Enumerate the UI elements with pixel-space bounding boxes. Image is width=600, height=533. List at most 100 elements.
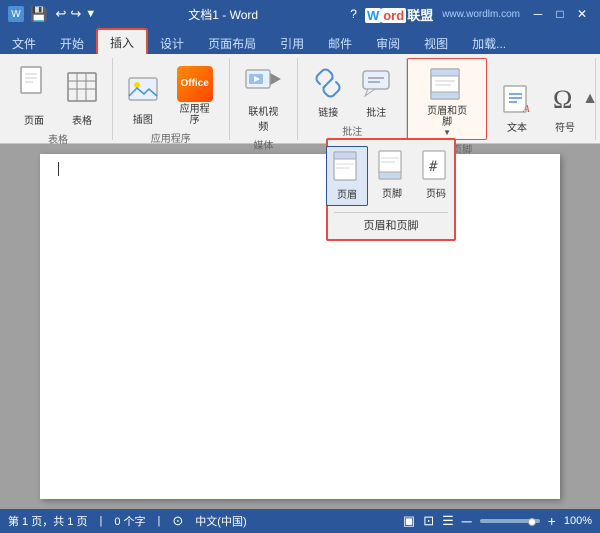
tab-insert[interactable]: 插入 bbox=[96, 28, 148, 54]
dropdown-pagenum-svg: # bbox=[422, 150, 450, 182]
svg-text:#: # bbox=[429, 159, 438, 175]
office-apps-icon: Office bbox=[177, 66, 213, 102]
comment-svg-icon bbox=[360, 67, 392, 99]
status-sep-1: | bbox=[99, 515, 102, 527]
ribbon: 页面 表格 表格 bbox=[0, 54, 600, 144]
status-bar: 第 1 页，共 1 页 | 0 个字 | ⊙ 中文(中国) ▣ ⊡ ☰ ─ + … bbox=[0, 509, 600, 533]
ribbon-btn-link[interactable]: 链接 bbox=[306, 63, 350, 123]
picture-icon bbox=[127, 74, 159, 109]
dropdown-group-label: 页眉和页脚 bbox=[334, 212, 448, 233]
link-svg-icon bbox=[312, 67, 344, 99]
char-count: 0 个字 bbox=[114, 513, 145, 529]
header-footer-btn-label: 页眉和页脚 bbox=[422, 106, 472, 128]
video-btn-label: 联机视频 bbox=[244, 103, 284, 133]
dropdown-arrow-icon: ▼ bbox=[443, 128, 451, 137]
window-title: 文档1 - Word bbox=[96, 6, 350, 23]
language: 中文(中国) bbox=[195, 513, 246, 529]
zoom-slider[interactable] bbox=[480, 519, 540, 523]
ribbon-group-tables: 页面 表格 表格 bbox=[4, 58, 113, 140]
page-icon bbox=[18, 66, 50, 110]
ribbon-btn-text[interactable]: A 文本 bbox=[495, 78, 539, 138]
tab-home[interactable]: 开始 bbox=[48, 32, 96, 54]
record-icon: ⊙ bbox=[172, 513, 183, 529]
view-mode-icon-1[interactable]: ▣ bbox=[403, 513, 415, 529]
video-icon bbox=[245, 66, 281, 101]
table-icon bbox=[66, 71, 98, 110]
customize-icon[interactable]: ▼ bbox=[85, 8, 96, 20]
ribbon-group-hf-items: 页眉和页脚 ▼ bbox=[416, 59, 478, 141]
minimize-button[interactable]: ─ bbox=[528, 4, 548, 24]
header-footer-svg-icon bbox=[429, 67, 465, 101]
word-app-icon: W bbox=[8, 6, 24, 22]
undo-icon[interactable]: ↩ bbox=[55, 6, 66, 22]
tab-file[interactable]: 文件 bbox=[0, 32, 48, 54]
dropdown-footer-label: 页脚 bbox=[382, 185, 402, 200]
picture-btn-label: 插图 bbox=[133, 111, 153, 126]
svg-text:A: A bbox=[522, 103, 530, 114]
dropdown-header-icon bbox=[333, 151, 361, 186]
ribbon-group-apps-items: 插图 Office 应用程序 bbox=[121, 58, 221, 130]
dropdown-item-footer[interactable]: 页脚 bbox=[372, 146, 412, 206]
ribbon-btn-page[interactable]: 页面 bbox=[12, 62, 56, 131]
title-bar: W 💾 ↩ ↪ ▼ 文档1 - Word ? Word联盟 www.wordlm… bbox=[0, 0, 600, 28]
dropdown-footer-svg bbox=[378, 150, 406, 182]
ribbon-group-comments: 链接 批注 批注 bbox=[298, 58, 407, 140]
document-page[interactable] bbox=[40, 154, 560, 499]
tab-design[interactable]: 设计 bbox=[148, 32, 196, 54]
dropdown-footer-icon bbox=[378, 150, 406, 185]
document-area bbox=[0, 144, 600, 509]
office-apps-btn-label: 应用程序 bbox=[175, 104, 215, 126]
dropdown-item-pagenum[interactable]: # 页码 bbox=[416, 146, 456, 206]
video-svg-icon bbox=[245, 66, 281, 98]
header-footer-dropdown: 页眉 页脚 # bbox=[326, 138, 456, 241]
redo-icon[interactable]: ↪ bbox=[70, 6, 81, 22]
ribbon-group-text-items: A 文本 Ω 符号 bbox=[495, 58, 587, 138]
status-right: ▣ ⊡ ☰ ─ + 100% bbox=[403, 513, 592, 529]
group-label-media: 媒体 bbox=[253, 137, 273, 154]
close-button[interactable]: ✕ bbox=[572, 4, 592, 24]
comment-icon bbox=[360, 67, 392, 102]
ribbon-btn-picture[interactable]: 插图 bbox=[121, 70, 165, 130]
dropdown-pagenum-label: 页码 bbox=[426, 185, 446, 200]
symbol-svg-icon: Ω bbox=[549, 82, 581, 114]
wordlm-url: www.wordlm.com bbox=[442, 9, 520, 20]
quick-access-toolbar: 💾 ↩ ↪ ▼ bbox=[30, 6, 96, 23]
view-mode-icon-2[interactable]: ⊡ bbox=[423, 513, 434, 529]
page-svg-icon bbox=[18, 66, 50, 102]
ribbon-btn-online-video[interactable]: 联机视频 bbox=[238, 62, 290, 137]
tab-references[interactable]: 引用 bbox=[268, 32, 316, 54]
dropdown-header-label: 页眉 bbox=[337, 186, 357, 201]
wordlm-brand: Word联盟 bbox=[365, 5, 434, 24]
dropdown-item-header[interactable]: 页眉 bbox=[326, 146, 368, 206]
tab-review[interactable]: 审阅 bbox=[364, 32, 412, 54]
ribbon-group-comments-items: 链接 批注 bbox=[306, 58, 398, 123]
table-btn-label: 表格 bbox=[72, 112, 92, 127]
ribbon-group-media: 联机视频 媒体 bbox=[230, 58, 299, 140]
group-label-apps: 应用程序 bbox=[151, 130, 191, 147]
ribbon-group-text: A 文本 Ω 符号 bbox=[487, 58, 596, 140]
ribbon-btn-comment[interactable]: 批注 bbox=[354, 63, 398, 123]
ribbon-group-apps: 插图 Office 应用程序 应用程序 bbox=[113, 58, 230, 140]
tab-mailings[interactable]: 邮件 bbox=[316, 32, 364, 54]
dropdown-pagenum-icon: # bbox=[422, 150, 450, 185]
view-mode-icon-3[interactable]: ☰ bbox=[442, 513, 454, 529]
symbol-icon: Ω bbox=[549, 82, 581, 117]
zoom-level: 100% bbox=[564, 515, 592, 527]
group-label-tables: 表格 bbox=[48, 131, 68, 148]
tab-addins[interactable]: 加载... bbox=[460, 32, 518, 54]
ribbon-scroll-button[interactable]: ▲ bbox=[582, 90, 598, 108]
save-icon[interactable]: 💾 bbox=[30, 6, 47, 23]
dropdown-items-list: 页眉 页脚 # bbox=[326, 146, 456, 206]
ribbon-btn-symbol[interactable]: Ω 符号 bbox=[543, 78, 587, 138]
zoom-minus[interactable]: ─ bbox=[462, 513, 472, 529]
ribbon-btn-header-footer[interactable]: 页眉和页脚 ▼ bbox=[416, 63, 478, 141]
tab-view[interactable]: 视图 bbox=[412, 32, 460, 54]
tab-page-layout[interactable]: 页面布局 bbox=[196, 32, 268, 54]
maximize-button[interactable]: □ bbox=[550, 4, 570, 24]
help-icon[interactable]: ? bbox=[350, 7, 357, 21]
ribbon-btn-office-apps[interactable]: Office 应用程序 bbox=[169, 62, 221, 130]
ribbon-group-tables-items: 页面 表格 bbox=[12, 58, 104, 131]
ribbon-btn-table[interactable]: 表格 bbox=[60, 67, 104, 131]
zoom-plus[interactable]: + bbox=[548, 513, 556, 529]
window-controls: ─ □ ✕ bbox=[528, 4, 592, 24]
